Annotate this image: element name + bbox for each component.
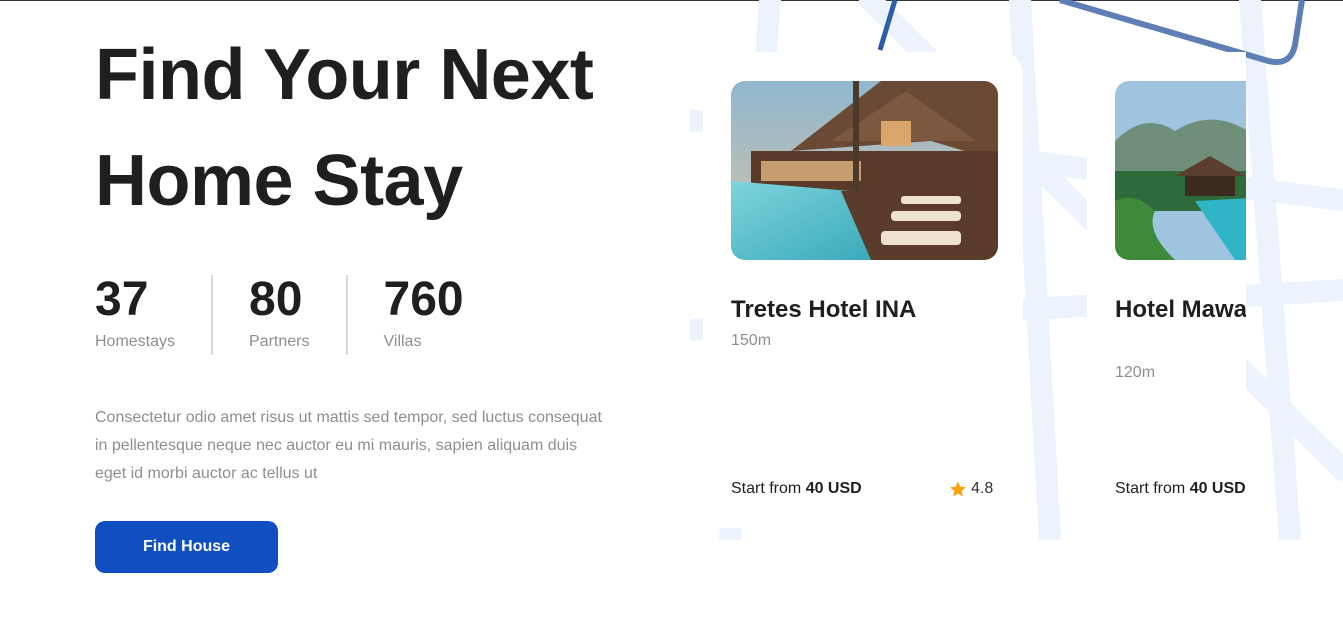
hero-title-line2: Home Stay (95, 141, 463, 221)
hero-title-line1: Find Your Next (95, 35, 594, 115)
stats-row: 37 Homestays 80 Partners 760 Villas (95, 275, 500, 355)
hero-description: Consectetur odio amet risus ut mattis se… (95, 409, 602, 482)
hotel-photo (1115, 81, 1246, 260)
stat-label: Partners (249, 333, 310, 350)
hotel-distance: 120m (1115, 364, 1156, 381)
stat-homestays: 37 Homestays (95, 275, 211, 355)
hotel-name: Tretes Hotel INA (731, 296, 917, 323)
stat-partners: 80 Partners (211, 275, 345, 355)
find-house-button[interactable]: Find House (95, 521, 278, 573)
hotel-distance: 150m (731, 332, 772, 349)
price-value: 40 USD (1189, 480, 1246, 497)
stat-label: Villas (383, 333, 422, 350)
hotel-rating: 4.8 (949, 480, 993, 498)
homestay-card[interactable]: Tretes Hotel INA 150m Start from 40 USD … (703, 52, 1023, 528)
stat-label: Homestays (95, 333, 176, 350)
price-prefix: Start from (1115, 480, 1186, 497)
price-value: 40 USD (805, 480, 862, 497)
homestay-carousel[interactable]: Tretes Hotel INA 150m Start from 40 USD … (703, 52, 1246, 532)
homestay-card[interactable]: Hotel Mawar Putih 120m Start from 40 USD (1087, 52, 1246, 528)
hotel-name: Hotel Mawar Putih (1115, 296, 1246, 323)
price-prefix: Start from (731, 480, 802, 497)
hero-title: Find Your Next Home Stay (95, 22, 655, 234)
hotel-price: Start from 40 USD (1115, 480, 1246, 498)
hotel-photo (731, 81, 998, 260)
rating-value: 4.8 (971, 480, 994, 497)
hero: Find Your Next Home Stay (95, 22, 655, 234)
hotel-price: Start from 40 USD (731, 480, 862, 498)
stat-value: 80 (249, 273, 303, 326)
stat-value: 760 (383, 273, 464, 326)
star-icon (950, 481, 966, 497)
stat-villas: 760 Villas (345, 273, 500, 355)
stat-value: 37 (95, 273, 149, 326)
